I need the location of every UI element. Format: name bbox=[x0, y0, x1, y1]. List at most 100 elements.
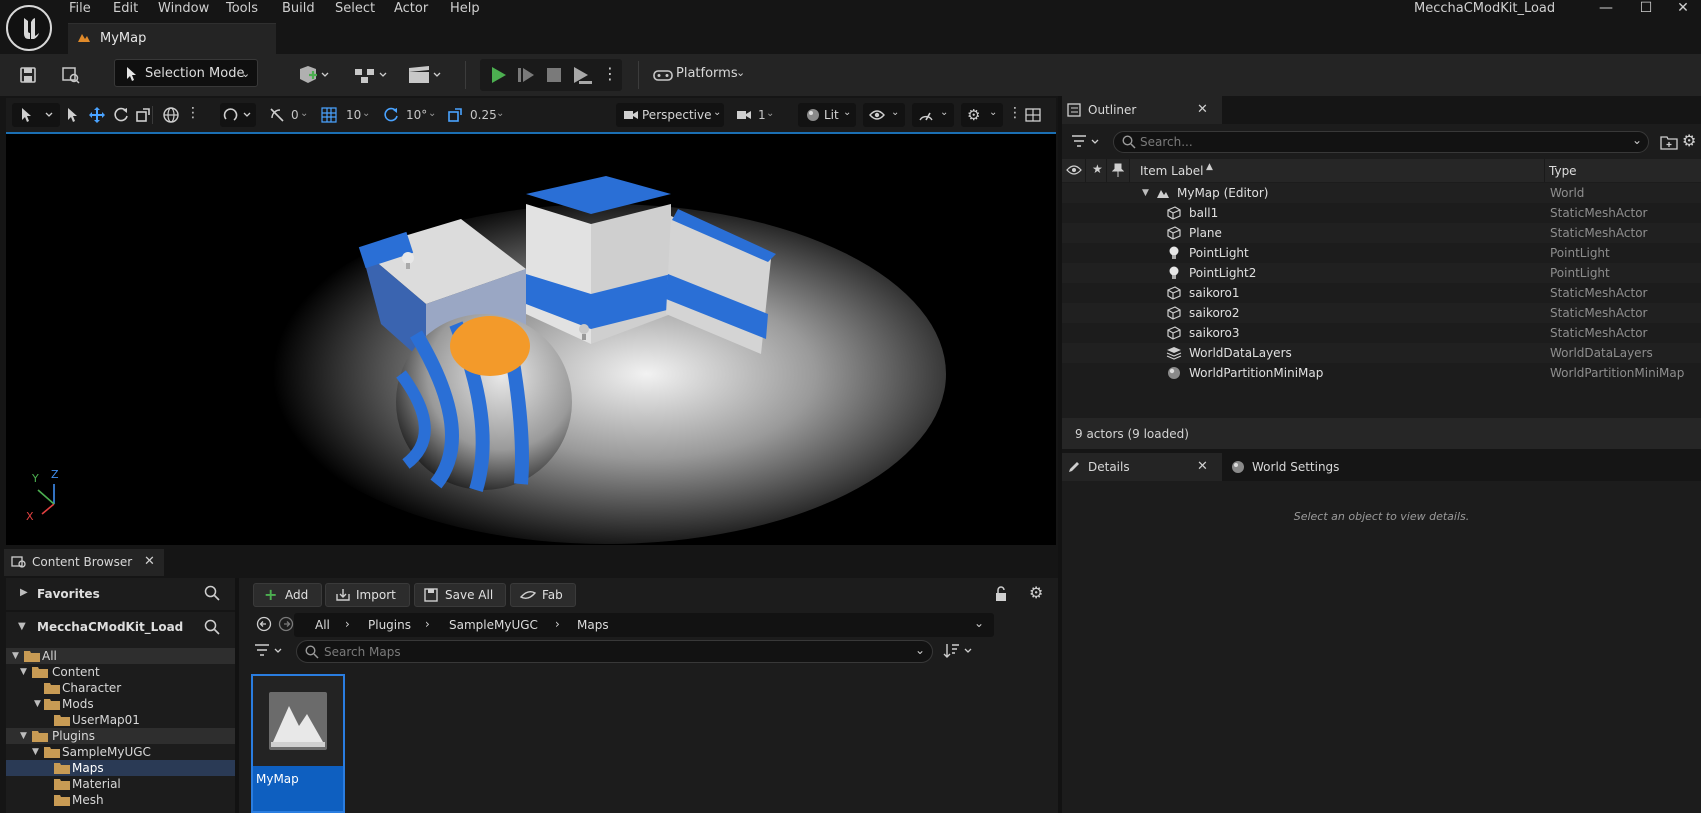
breadcrumb-item-all[interactable]: All bbox=[315, 618, 330, 632]
chevron-down-icon[interactable]: ▼ bbox=[1142, 183, 1149, 203]
angle-snap-icon[interactable] bbox=[382, 106, 400, 124]
gear-icon[interactable]: ⚙ bbox=[1682, 131, 1696, 150]
outliner-filter-dropdown[interactable] bbox=[1071, 133, 1105, 151]
select-tool-icon[interactable] bbox=[64, 106, 80, 124]
outliner-row[interactable]: PointLight2 PointLight bbox=[1062, 263, 1701, 283]
outliner-tab[interactable]: Outliner ✕ bbox=[1062, 96, 1222, 124]
star-icon[interactable]: ★ bbox=[1092, 162, 1103, 176]
breadcrumb-item-maps[interactable]: Maps bbox=[577, 618, 609, 632]
close-icon[interactable]: ✕ bbox=[1197, 459, 1208, 474]
tree-item-content[interactable]: ▼ Content bbox=[6, 664, 235, 680]
chevron-right-icon[interactable]: › bbox=[425, 617, 430, 631]
search-icon[interactable] bbox=[204, 585, 220, 601]
add-actor-icon[interactable] bbox=[292, 54, 334, 96]
rotation-snap-value[interactable]: 0 bbox=[291, 108, 299, 122]
outliner-world-row[interactable]: ▼ MyMap (Editor) World bbox=[1062, 183, 1701, 203]
outliner-row[interactable]: saikoro1 StaticMeshActor bbox=[1062, 283, 1701, 303]
chevron-down-icon[interactable]: ⌄ bbox=[1632, 133, 1642, 147]
play-icon[interactable] bbox=[488, 65, 508, 85]
transform-mode-icon[interactable] bbox=[12, 103, 60, 127]
asset-tile-mymap[interactable]: MyMap bbox=[251, 674, 345, 813]
content-browser-tab[interactable]: Content Browser ✕ bbox=[4, 549, 164, 576]
search-maps-input[interactable]: Search Maps ⌄ bbox=[296, 640, 933, 663]
more-options-icon[interactable]: ⋮ bbox=[602, 65, 618, 83]
cinematics-icon[interactable] bbox=[404, 54, 446, 96]
project-section[interactable]: ▼ MecchaCModKit_Load bbox=[6, 612, 235, 644]
add-folder-icon[interactable] bbox=[1660, 134, 1678, 150]
outliner-row[interactable]: PointLight PointLight bbox=[1062, 243, 1701, 263]
advance-frame-icon[interactable] bbox=[516, 65, 536, 85]
more-options-icon[interactable]: ⋮ bbox=[186, 105, 200, 121]
layout-icon[interactable] bbox=[1024, 106, 1042, 124]
angle-snap-value[interactable]: 10° bbox=[406, 108, 427, 122]
outliner-row[interactable]: Plane StaticMeshActor bbox=[1062, 223, 1701, 243]
show-flags-dropdown[interactable]: ⌄ bbox=[863, 103, 905, 127]
chevron-down-icon[interactable]: ⌄ bbox=[915, 643, 925, 657]
tree-item-maps[interactable]: Maps bbox=[6, 760, 235, 776]
browse-icon[interactable] bbox=[58, 54, 84, 96]
stop-icon[interactable] bbox=[545, 66, 563, 84]
details-tab[interactable]: Details ✕ bbox=[1062, 453, 1222, 481]
surface-snap-icon[interactable] bbox=[220, 103, 256, 127]
menu-build[interactable]: Build bbox=[282, 0, 315, 18]
import-button[interactable]: Import bbox=[325, 583, 410, 607]
menu-tools[interactable]: Tools bbox=[226, 0, 258, 18]
close-icon[interactable]: ✕ bbox=[1663, 0, 1701, 18]
column-header-type[interactable]: Type bbox=[1549, 164, 1577, 178]
rotate-tool-icon[interactable] bbox=[112, 106, 130, 124]
column-header-item-label[interactable]: Item Label bbox=[1140, 164, 1204, 178]
back-arrow-icon[interactable] bbox=[256, 616, 272, 632]
outliner-row[interactable]: saikoro3 StaticMeshActor bbox=[1062, 323, 1701, 343]
platforms-icon[interactable] bbox=[650, 54, 676, 96]
chevron-right-icon[interactable]: › bbox=[555, 617, 560, 631]
close-icon[interactable]: ✕ bbox=[144, 554, 155, 569]
scale-snap-icon[interactable] bbox=[446, 106, 464, 124]
lock-icon[interactable] bbox=[993, 586, 1009, 602]
level-viewport[interactable]: ⋮ 0 ⌄ 10 ⌄ 10° ⌄ 0.25 ⌄ Perspective ⌄ 1 … bbox=[6, 98, 1056, 545]
eye-icon[interactable] bbox=[1066, 164, 1082, 176]
performance-dropdown[interactable]: ⌄ bbox=[912, 103, 954, 127]
scale-tool-icon[interactable] bbox=[134, 106, 152, 124]
menu-file[interactable]: File bbox=[69, 0, 91, 18]
menu-help[interactable]: Help bbox=[450, 0, 480, 18]
save-icon[interactable] bbox=[16, 54, 40, 96]
more-options-icon[interactable]: ⋮ bbox=[1008, 105, 1022, 121]
sort-dropdown[interactable] bbox=[943, 642, 977, 660]
document-tab[interactable]: MyMap bbox=[68, 23, 276, 54]
sort-ascending-icon[interactable]: ▲ bbox=[1206, 162, 1213, 172]
tree-item-mesh[interactable]: Mesh bbox=[6, 792, 235, 808]
camera-speed-value[interactable]: 1 bbox=[758, 108, 766, 122]
save-all-button[interactable]: Save All bbox=[414, 583, 506, 607]
camera-speed-icon[interactable] bbox=[736, 106, 754, 124]
world-settings-tab[interactable]: World Settings bbox=[1226, 453, 1376, 481]
unreal-logo-icon[interactable] bbox=[6, 5, 52, 51]
blueprint-icon[interactable] bbox=[350, 54, 392, 96]
tree-item-plugins[interactable]: ▼ Plugins bbox=[6, 728, 235, 744]
camera-perspective-dropdown[interactable]: Perspective ⌄ bbox=[616, 103, 724, 127]
menu-window[interactable]: Window bbox=[158, 0, 209, 18]
tree-item-usermap01[interactable]: UserMap01 bbox=[6, 712, 235, 728]
add-button[interactable]: + Add bbox=[253, 583, 322, 607]
pin-icon[interactable] bbox=[1112, 163, 1124, 177]
3d-scene-render[interactable]: X Y Z bbox=[6, 134, 1056, 545]
breadcrumb-item-plugins[interactable]: Plugins bbox=[368, 618, 411, 632]
outliner-row[interactable]: WorldDataLayers WorldDataLayers bbox=[1062, 343, 1701, 363]
selection-mode-dropdown[interactable]: Selection Mode ⌄ bbox=[114, 59, 258, 87]
view-mode-dropdown[interactable]: Lit ⌄ bbox=[798, 103, 856, 127]
minimize-icon[interactable]: — bbox=[1586, 0, 1626, 18]
tree-item-all[interactable]: ▼ All bbox=[6, 648, 235, 664]
search-icon[interactable] bbox=[204, 619, 220, 635]
grid-snap-value[interactable]: 10 bbox=[346, 108, 361, 122]
close-icon[interactable]: ✕ bbox=[1197, 102, 1208, 117]
tree-item-samplemyugc[interactable]: ▼ SampleMyUGC bbox=[6, 744, 235, 760]
tree-item-mods[interactable]: ▼ Mods bbox=[6, 696, 235, 712]
menu-edit[interactable]: Edit bbox=[113, 0, 138, 18]
grid-snap-icon[interactable] bbox=[320, 106, 338, 124]
tree-item-character[interactable]: Character bbox=[6, 680, 235, 696]
world-local-icon[interactable] bbox=[162, 106, 180, 124]
eject-icon[interactable] bbox=[571, 65, 593, 85]
outliner-row[interactable]: WorldPartitionMiniMap WorldPartitionMini… bbox=[1062, 363, 1701, 383]
gear-icon[interactable]: ⚙ bbox=[1029, 583, 1043, 602]
menu-select[interactable]: Select bbox=[335, 0, 375, 18]
tree-item-material[interactable]: Material bbox=[6, 776, 235, 792]
